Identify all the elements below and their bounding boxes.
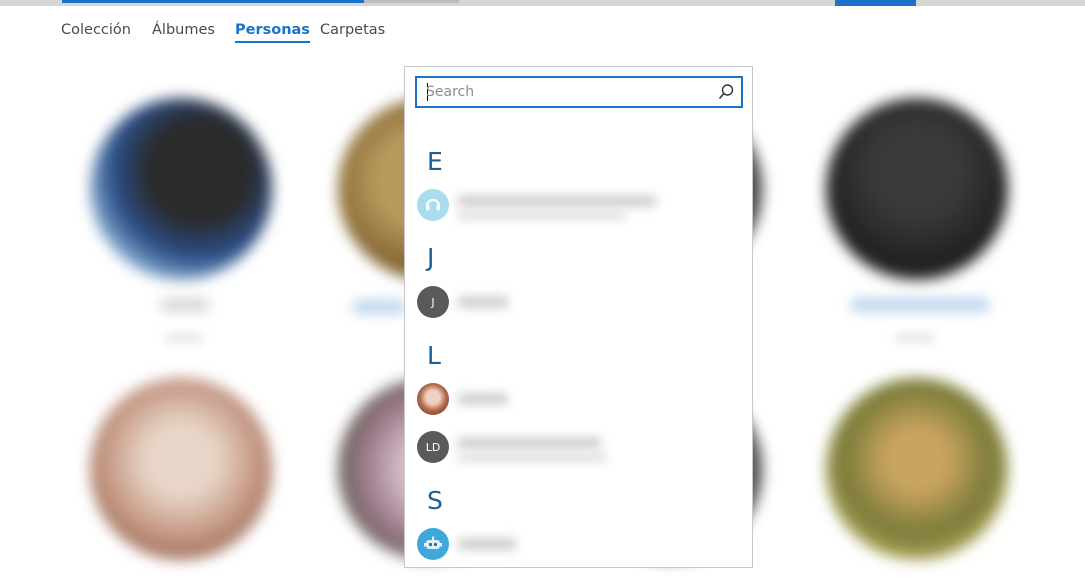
contact-item[interactable] (417, 383, 747, 417)
group-letter-l: L (427, 341, 441, 370)
contact-name-redacted (457, 437, 602, 449)
person-count (895, 333, 935, 343)
contact-detail-redacted (457, 453, 607, 462)
contact-name-redacted (457, 296, 509, 308)
headset-avatar-icon (417, 189, 449, 221)
search-input[interactable] (426, 81, 706, 103)
contact-item[interactable] (417, 189, 747, 223)
people-picker-panel: E J J L LD S (404, 66, 753, 568)
contact-item[interactable]: J (417, 286, 747, 320)
contact-detail-redacted (457, 211, 627, 220)
group-letter-j: J (427, 243, 435, 272)
group-letter-e: E (427, 147, 443, 176)
person-count (165, 333, 203, 343)
initials-avatar: J (417, 286, 449, 318)
search-box[interactable] (415, 76, 743, 108)
search-icon[interactable] (717, 83, 735, 101)
contact-name-redacted (457, 393, 509, 405)
contact-name-redacted (457, 538, 517, 550)
person-photo (826, 378, 1008, 560)
robot-avatar-icon (417, 528, 449, 560)
person-name (850, 298, 990, 312)
group-letter-s: S (427, 486, 443, 515)
contact-name-redacted (457, 195, 657, 207)
person-photo (90, 378, 272, 560)
contact-item[interactable] (417, 528, 747, 562)
initials-avatar: LD (417, 431, 449, 463)
contact-item[interactable]: LD (417, 431, 747, 465)
person-name (160, 298, 210, 312)
photo-avatar (417, 383, 449, 415)
person-photo (90, 98, 272, 280)
person-name (352, 300, 407, 314)
person-photo (826, 98, 1008, 280)
